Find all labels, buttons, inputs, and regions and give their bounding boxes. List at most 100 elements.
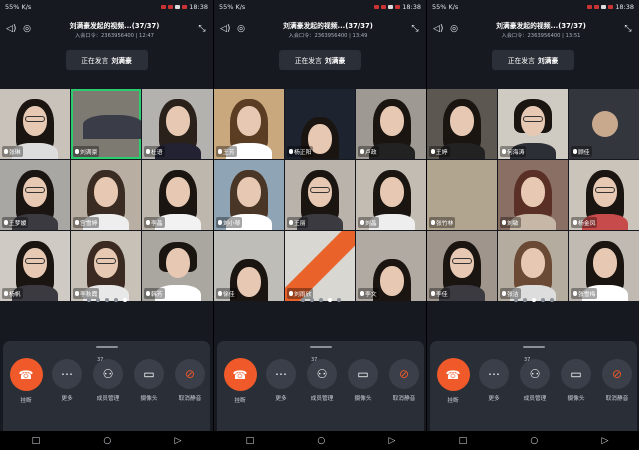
- page-dot[interactable]: [113, 298, 118, 302]
- speaker-icon[interactable]: ◁): [220, 24, 230, 34]
- video-tile[interactable]: 张洁: [498, 231, 568, 301]
- speaking-text: 正在发言: [81, 57, 109, 65]
- person-figure: [237, 176, 261, 207]
- video-tile[interactable]: 张雪梅: [569, 231, 639, 301]
- switch-camera-icon[interactable]: ◎: [22, 24, 32, 34]
- video-tile[interactable]: 刘雨欣: [285, 231, 355, 301]
- more-icon: ⋯: [488, 367, 500, 381]
- status-bar: 55% K/s 18:38: [214, 0, 426, 14]
- video-tile[interactable]: 李文: [356, 231, 426, 301]
- video-tile[interactable]: 张竹林: [427, 160, 497, 230]
- video-tile[interactable]: 李秋霞: [71, 231, 141, 301]
- video-tile[interactable]: 刘晶: [356, 160, 426, 230]
- page-dots[interactable]: [427, 298, 639, 302]
- video-tile[interactable]: 徐佳: [214, 231, 284, 301]
- person-figure: [521, 247, 545, 278]
- switch-camera-icon[interactable]: ◎: [449, 24, 459, 34]
- sheet-handle[interactable]: [522, 346, 545, 348]
- video-tile[interactable]: 卢政: [356, 89, 426, 159]
- page-dot[interactable]: [513, 298, 518, 302]
- video-tile[interactable]: 李佳: [427, 231, 497, 301]
- camera-icon: ▭: [143, 367, 155, 381]
- speaker-icon[interactable]: ◁): [6, 24, 16, 34]
- page-dots[interactable]: [214, 298, 426, 302]
- more-icon: ⋯: [275, 367, 287, 381]
- page-dot[interactable]: [336, 298, 341, 302]
- video-tile[interactable]: 王婷: [427, 89, 497, 159]
- video-tile[interactable]: 王梦媛: [0, 160, 70, 230]
- page-dot[interactable]: [122, 298, 127, 302]
- members-button[interactable]: 37 ⚇ 成员管理: [303, 357, 341, 404]
- members-button[interactable]: 37 ⚇ 成员管理: [89, 357, 127, 404]
- page-dots[interactable]: [0, 298, 213, 302]
- unmute-button[interactable]: ⊘ 取消静音: [598, 359, 636, 404]
- hangup-button[interactable]: ☎ 挂断: [7, 358, 45, 404]
- page-dot[interactable]: [531, 298, 536, 302]
- camera-button[interactable]: ▭ 摄像头: [557, 359, 595, 404]
- speaker-icon[interactable]: ◁): [433, 24, 443, 34]
- meeting-titlebar: ◁) ◎ 刘满豪发起的视频...(37/37) 入会口令：2363956400 …: [0, 14, 213, 44]
- status-bar: 55% K/s 18:38: [427, 0, 639, 14]
- app-icon: [601, 5, 607, 9]
- phone-screen-3: 55% K/s 18:38 ◁) ◎ 刘满豪发起的视频...(37/37) 入会…: [426, 0, 639, 450]
- more-button[interactable]: ⋯ 更多: [48, 359, 86, 404]
- members-button[interactable]: 37 ⚇ 成员管理: [516, 357, 554, 404]
- members-icon: ⚇: [529, 367, 541, 381]
- hangup-button[interactable]: ☎ 挂断: [434, 358, 472, 404]
- hangup-button[interactable]: ☎ 挂断: [221, 358, 259, 404]
- switch-camera-icon[interactable]: ◎: [236, 24, 246, 34]
- back-icon[interactable]: ▷: [174, 436, 181, 446]
- video-tile[interactable]: 宫雪婷: [71, 160, 141, 230]
- minimize-icon[interactable]: ⤡: [197, 24, 207, 34]
- page-dot[interactable]: [327, 298, 332, 302]
- person-figure: [523, 115, 543, 122]
- sheet-handle[interactable]: [95, 346, 118, 348]
- person-figure: [25, 115, 45, 122]
- back-icon[interactable]: ▷: [388, 436, 395, 446]
- video-tile[interactable]: 杨正阳: [285, 89, 355, 159]
- home-icon[interactable]: ○: [317, 436, 325, 446]
- video-tile[interactable]: 杨帆: [0, 231, 70, 301]
- net-speed: K/s: [235, 3, 246, 11]
- recents-icon[interactable]: □: [32, 436, 41, 446]
- page-dot[interactable]: [309, 298, 314, 302]
- recents-icon[interactable]: □: [459, 436, 468, 446]
- sheet-handle[interactable]: [309, 346, 332, 348]
- video-tile[interactable]: 李晶: [142, 160, 213, 230]
- page-dot[interactable]: [95, 298, 100, 302]
- speaker-name: 刘满豪: [111, 57, 132, 65]
- page-dot[interactable]: [549, 298, 554, 302]
- video-tile[interactable]: 王芳: [214, 89, 284, 159]
- page-dot[interactable]: [86, 298, 91, 302]
- video-tile[interactable]: 韩芳: [142, 231, 213, 301]
- page-dot[interactable]: [104, 298, 109, 302]
- video-tile[interactable]: 刘小琴: [214, 160, 284, 230]
- video-tile[interactable]: 刘满豪: [71, 89, 141, 159]
- meeting-subtitle: 入会口令：2363956400 | 12:47: [75, 32, 154, 39]
- mic-icon: [218, 220, 222, 225]
- unmute-button[interactable]: ⊘ 取消静音: [385, 359, 423, 404]
- camera-button[interactable]: ▭ 摄像头: [130, 359, 168, 404]
- home-icon[interactable]: ○: [103, 436, 111, 446]
- unmute-button[interactable]: ⊘ 取消静音: [171, 359, 209, 404]
- page-dot[interactable]: [300, 298, 305, 302]
- page-dot[interactable]: [522, 298, 527, 302]
- back-icon[interactable]: ▷: [601, 436, 608, 446]
- more-button[interactable]: ⋯ 更多: [475, 359, 513, 404]
- video-tile[interactable]: 何海涛: [498, 89, 568, 159]
- video-grid: 王婷 何海涛 顾佳 张竹林 刘敏 杨金凤 李佳 张洁 张雪梅: [427, 89, 639, 301]
- camera-button[interactable]: ▭ 摄像头: [344, 359, 382, 404]
- video-tile[interactable]: 杜语: [142, 89, 213, 159]
- video-tile[interactable]: 张琳: [0, 89, 70, 159]
- minimize-icon[interactable]: ⤡: [410, 24, 420, 34]
- video-tile[interactable]: 刘敏: [498, 160, 568, 230]
- minimize-icon[interactable]: ⤡: [623, 24, 633, 34]
- video-tile[interactable]: 王丽: [285, 160, 355, 230]
- page-dot[interactable]: [318, 298, 323, 302]
- more-button[interactable]: ⋯ 更多: [262, 359, 300, 404]
- video-tile[interactable]: 顾佳: [569, 89, 639, 159]
- recents-icon[interactable]: □: [246, 436, 255, 446]
- video-tile[interactable]: 杨金凤: [569, 160, 639, 230]
- page-dot[interactable]: [540, 298, 545, 302]
- home-icon[interactable]: ○: [530, 436, 538, 446]
